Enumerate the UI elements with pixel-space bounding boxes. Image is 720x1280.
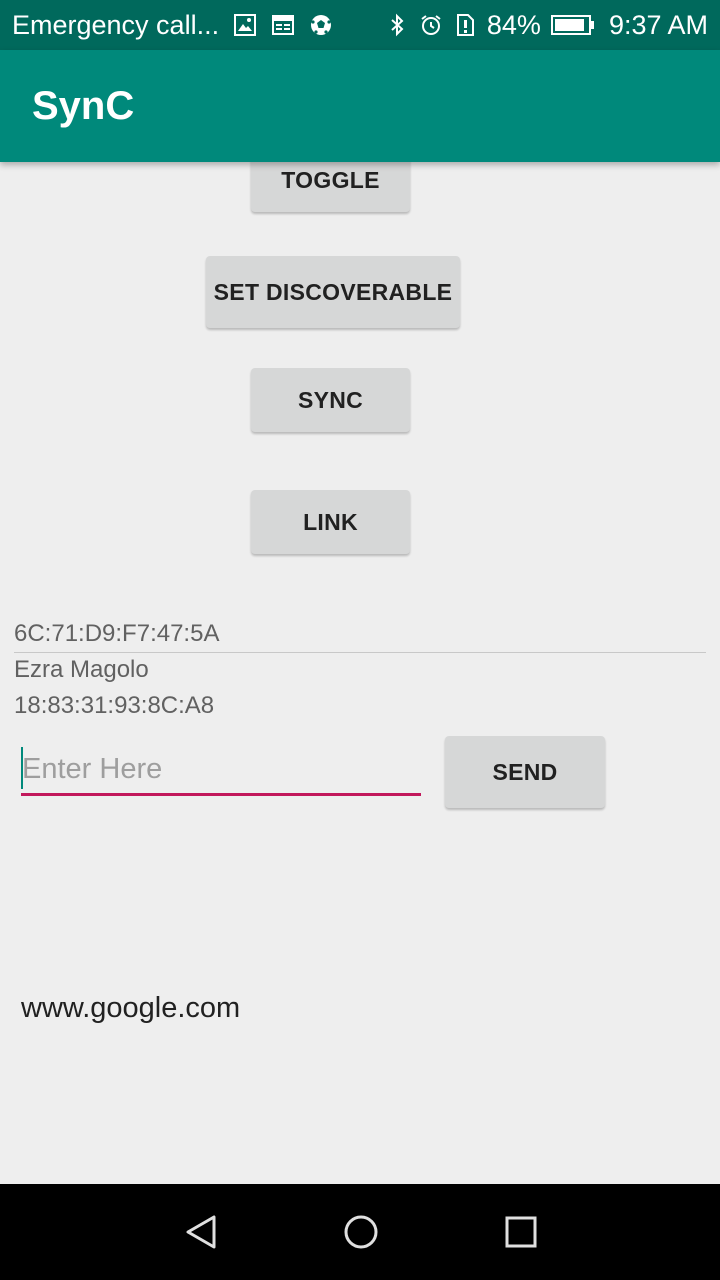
status-bar-right: 84% 9:37 AM [385,10,708,41]
set-discoverable-button[interactable]: SET DISCOVERABLE [206,256,460,328]
alarm-icon [419,13,443,37]
device-list-item-name[interactable]: Ezra Magolo [14,656,149,684]
recents-icon[interactable] [501,1212,541,1252]
message-field-container [21,746,421,796]
image-icon [233,13,257,37]
sync-button[interactable]: SYNC [251,368,410,432]
status-bar-left: Emergency call... [12,10,385,41]
local-address-text: 6C:71:D9:F7:47:5A [14,620,220,647]
back-icon[interactable] [181,1212,221,1252]
soccer-ball-icon [309,13,333,37]
battery-icon [550,13,595,37]
message-input[interactable] [21,746,421,792]
device-list-item-address[interactable]: 18:83:31:93:8C:A8 [14,692,214,720]
app-bar: SynC [0,50,720,162]
received-text: www.google.com [21,992,241,1024]
toggle-button[interactable]: TOGGLE [251,162,410,212]
bluetooth-icon [385,13,409,37]
notification-icons [233,13,333,37]
send-button[interactable]: SEND [445,736,605,808]
clock: 9:37 AM [608,9,708,40]
navigation-bar [0,1184,720,1280]
divider [14,652,706,653]
link-button[interactable]: LINK [251,490,410,554]
status-bar: Emergency call... 84% 9:37 AM [0,0,720,50]
battery-percent: 84% [486,9,541,40]
home-icon[interactable] [341,1212,381,1252]
calendar-icon [271,13,295,37]
text-cursor [21,747,23,789]
app-title: SynC [32,83,135,128]
input-underline [21,793,421,796]
main-content: TOGGLE SET DISCOVERABLE SYNC LINK 6C:71:… [0,162,720,1184]
sim-alert-icon [453,13,477,37]
carrier-text: Emergency call... [12,9,220,40]
